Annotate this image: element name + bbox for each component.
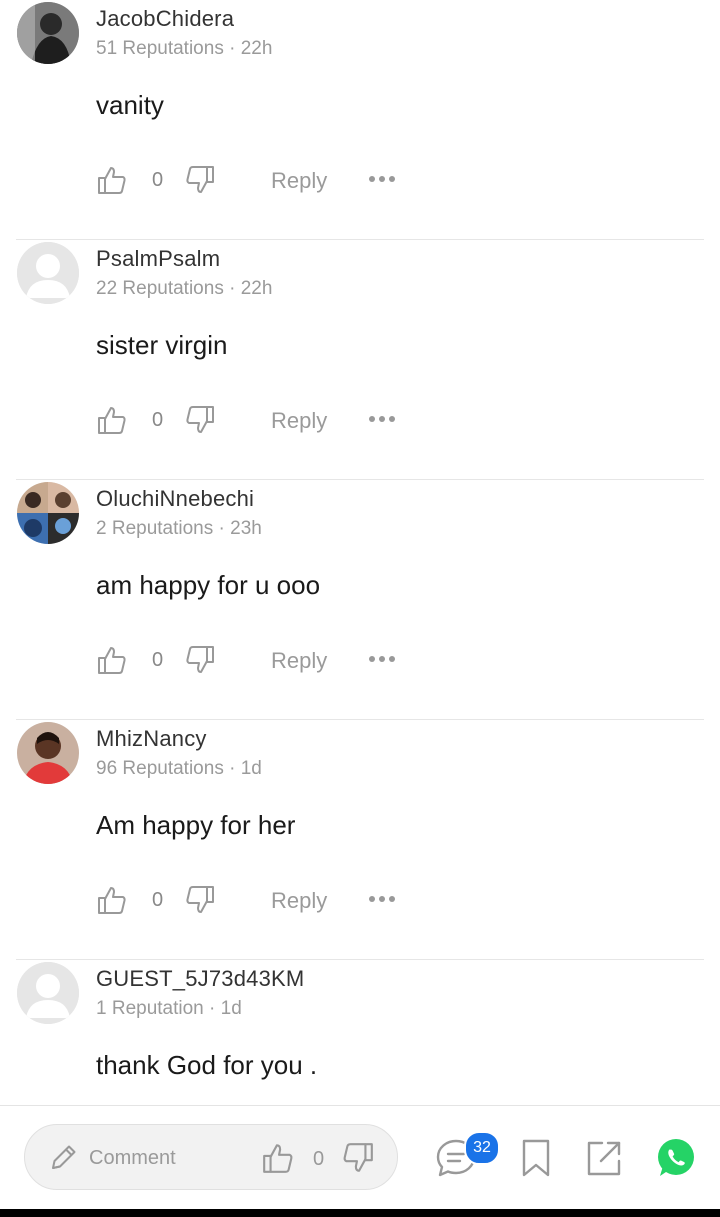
comments-count-badge: 32 (464, 1131, 500, 1165)
thumbs-down-icon[interactable] (184, 644, 216, 676)
avatar[interactable] (17, 722, 79, 784)
avatar[interactable] (17, 962, 79, 1024)
comment-text: Am happy for her (96, 810, 296, 840)
comment-item: MhizNancy 96 Reputations · 1d Am happy f… (0, 720, 720, 960)
comment-username[interactable]: MhizNancy (96, 726, 207, 752)
thumbs-down-icon[interactable] (184, 884, 216, 916)
avatar[interactable] (17, 242, 79, 304)
comment-text: vanity (96, 90, 164, 120)
comment-actions: 0 Reply (96, 640, 416, 680)
comment-text: thank God for you . (96, 1050, 318, 1080)
like-count: 0 (152, 169, 164, 191)
share-icon[interactable] (582, 1136, 626, 1180)
comment-meta: 1 Reputation · 1d (96, 998, 242, 1019)
thumbs-down-icon[interactable] (184, 164, 216, 196)
comment-placeholder[interactable]: Comment (89, 1147, 176, 1170)
thumbs-up-icon[interactable] (261, 1141, 295, 1175)
comment-text: sister virgin (96, 330, 228, 360)
reply-button[interactable]: Reply (271, 888, 327, 914)
comment-username[interactable]: OluchiNnebechi (96, 486, 254, 512)
comment-item: PsalmPsalm 22 Reputations · 22h sister v… (0, 240, 720, 480)
thumbs-down-icon[interactable] (184, 404, 216, 436)
post-like-count: 0 (313, 1148, 325, 1170)
comment-actions: 0 Reply (96, 880, 416, 920)
comment-meta: 22 Reputations · 22h (96, 278, 273, 299)
like-count: 0 (152, 409, 164, 431)
comment-username[interactable]: GUEST_5J73d43KM (96, 966, 304, 992)
thumbs-up-icon[interactable] (96, 884, 128, 916)
more-options-icon[interactable] (368, 653, 396, 665)
comment-actions: 0 Reply (96, 400, 416, 440)
more-options-icon[interactable] (368, 893, 396, 905)
comment-meta: 51 Reputations · 22h (96, 38, 273, 59)
whatsapp-icon[interactable] (654, 1136, 698, 1180)
comment-username[interactable]: JacobChidera (96, 6, 234, 32)
comment-text: am happy for u ooo (96, 570, 321, 600)
thumbs-up-icon[interactable] (96, 164, 128, 196)
reply-button[interactable]: Reply (271, 168, 327, 194)
comment-list: JacobChidera 51 Reputations · 22h vanity… (0, 0, 720, 1200)
bookmark-icon[interactable] (514, 1136, 558, 1180)
more-options-icon[interactable] (368, 413, 396, 425)
reply-button[interactable]: Reply (271, 648, 327, 674)
comment-actions: 0 Reply (96, 160, 416, 200)
avatar[interactable] (17, 482, 79, 544)
more-options-icon[interactable] (368, 173, 396, 185)
comment-meta: 2 Reputations · 23h (96, 518, 262, 539)
reply-button[interactable]: Reply (271, 408, 327, 434)
comment-item: JacobChidera 51 Reputations · 22h vanity… (0, 0, 720, 240)
bottom-action-bar: Comment 0 32 (0, 1105, 720, 1210)
comment-meta: 96 Reputations · 1d (96, 758, 262, 779)
comment-input-box[interactable]: Comment 0 (24, 1124, 398, 1190)
comment-item: OluchiNnebechi 2 Reputations · 23h am ha… (0, 480, 720, 720)
system-nav-strip (0, 1209, 720, 1217)
thumbs-up-icon[interactable] (96, 644, 128, 676)
comment-username[interactable]: PsalmPsalm (96, 246, 220, 272)
like-count: 0 (152, 649, 164, 671)
thumbs-down-icon[interactable] (341, 1141, 375, 1175)
like-count: 0 (152, 889, 164, 911)
pencil-icon (52, 1145, 76, 1169)
avatar[interactable] (17, 2, 79, 64)
thumbs-up-icon[interactable] (96, 404, 128, 436)
